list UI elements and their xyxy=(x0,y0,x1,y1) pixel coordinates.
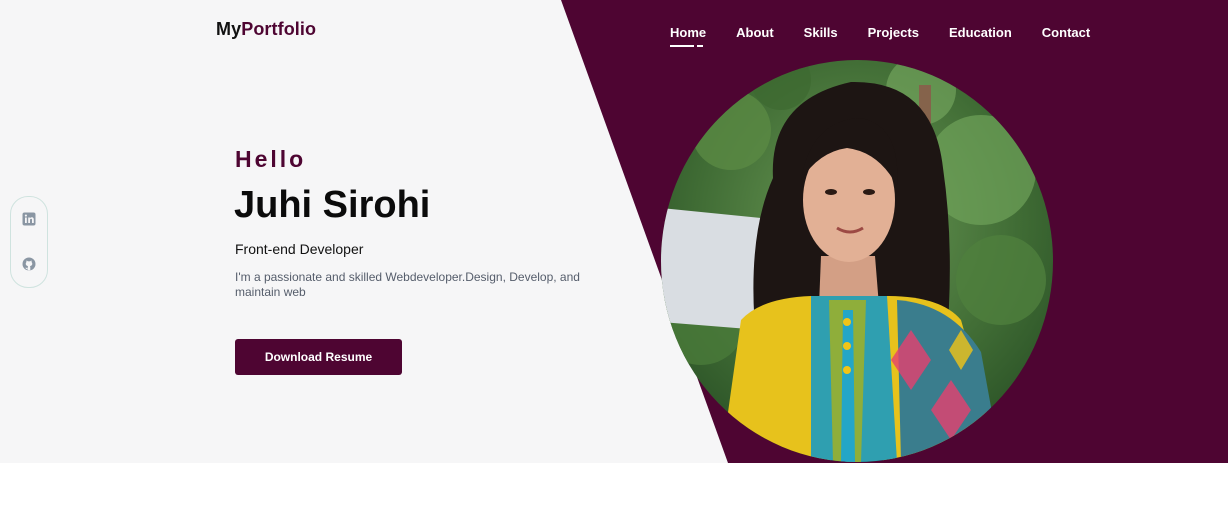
logo-prefix: My xyxy=(216,19,242,39)
hero-description: I'm a passionate and skilled Webdevelope… xyxy=(235,270,580,299)
hero-section: MyPortfolio Home About Skills Projects E… xyxy=(0,0,1228,463)
nav-about[interactable]: About xyxy=(736,25,774,40)
hero-greeting: Hello xyxy=(235,146,307,172)
social-links xyxy=(10,196,48,288)
nav-contact[interactable]: Contact xyxy=(1042,25,1090,40)
nav-home[interactable]: Home xyxy=(670,25,706,47)
logo-accent: Portfolio xyxy=(241,19,317,39)
nav-skills[interactable]: Skills xyxy=(804,25,838,40)
linkedin-icon[interactable] xyxy=(22,212,36,226)
hero-name: Juhi Sirohi xyxy=(234,184,431,226)
download-resume-button[interactable]: Download Resume xyxy=(235,339,402,375)
profile-photo xyxy=(661,60,1053,462)
nav-education[interactable]: Education xyxy=(949,25,1012,40)
hero-role: Front-end Developer xyxy=(235,241,364,257)
site-logo[interactable]: MyPortfolio xyxy=(216,19,316,40)
main-nav: Home About Skills Projects Education Con… xyxy=(670,25,1120,47)
github-icon[interactable] xyxy=(22,257,36,271)
nav-projects[interactable]: Projects xyxy=(868,25,919,40)
